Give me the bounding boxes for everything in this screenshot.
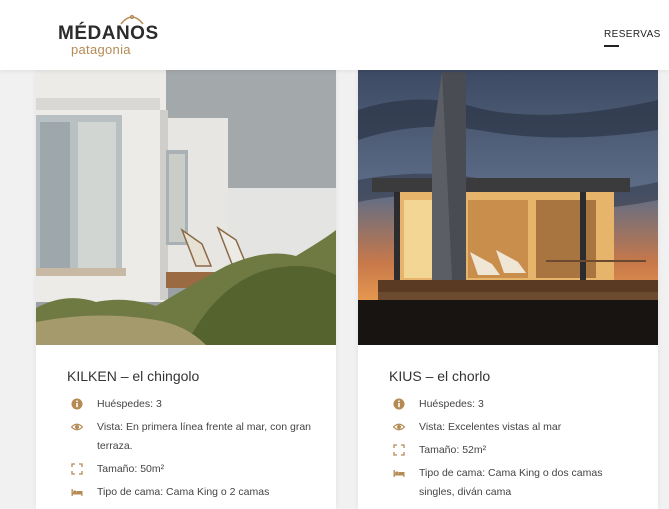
info-icon xyxy=(71,398,83,410)
feature-text: Tamaño: 50m² xyxy=(97,463,165,475)
eye-icon xyxy=(393,423,405,431)
expand-icon xyxy=(393,444,405,456)
feature-view: Vista: Excelentes vistas al mar xyxy=(389,418,639,437)
feature-text: Huéspedes: 3 xyxy=(97,398,162,410)
nav-reservas-link[interactable]: RESERVAS xyxy=(604,29,661,40)
feature-size: Tamaño: 52m² xyxy=(389,441,639,460)
room-photo-kilken[interactable] xyxy=(36,70,336,345)
feature-list: Huéspedes: 3 Vista: En primera línea fre… xyxy=(67,395,317,506)
feature-text: Vista: En primera línea frente al mar, c… xyxy=(97,421,311,452)
room-photo-kius[interactable] xyxy=(358,70,658,345)
feature-text: Vista: Excelentes vistas al mar xyxy=(419,421,562,433)
feature-size: Tamaño: 50m² xyxy=(67,460,317,479)
expand-icon xyxy=(71,463,83,475)
bed-icon xyxy=(71,489,83,496)
feature-bed: Tipo de cama: Cama King o 2 camas xyxy=(67,483,317,502)
room-title: KILKEN – el chingolo xyxy=(67,368,200,384)
feature-text: Huéspedes: 3 xyxy=(419,398,484,410)
medanos-logo[interactable]: MÉDANOS patagonia xyxy=(58,13,158,57)
bed-icon xyxy=(393,470,405,477)
nav-active-underline xyxy=(604,45,619,47)
feature-guests: Huéspedes: 3 xyxy=(67,395,317,414)
feature-bed: Tipo de cama: Cama King o dos camas sing… xyxy=(389,464,639,502)
feature-view: Vista: En primera línea frente al mar, c… xyxy=(67,418,317,456)
feature-text: Tipo de cama: Cama King o 2 camas xyxy=(97,486,270,498)
feature-list: Huéspedes: 3 Vista: Excelentes vistas al… xyxy=(389,395,639,506)
site-header: MÉDANOS patagonia RESERVAS xyxy=(0,0,669,70)
room-title: KIUS – el chorlo xyxy=(389,368,491,384)
info-icon xyxy=(393,398,405,410)
feature-text: Tipo de cama: Cama King o dos camas sing… xyxy=(419,467,603,498)
feature-guests: Huéspedes: 3 xyxy=(389,395,639,414)
feature-text: Tamaño: 52m² xyxy=(419,444,487,456)
room-card-kius: KIUS – el chorlo Huéspedes: 3 Vista: Exc… xyxy=(358,70,658,509)
eye-icon xyxy=(71,423,83,431)
logo-subtitle: patagonia xyxy=(71,42,131,57)
room-card-kilken: KILKEN – el chingolo Huéspedes: 3 Vista:… xyxy=(36,70,336,509)
